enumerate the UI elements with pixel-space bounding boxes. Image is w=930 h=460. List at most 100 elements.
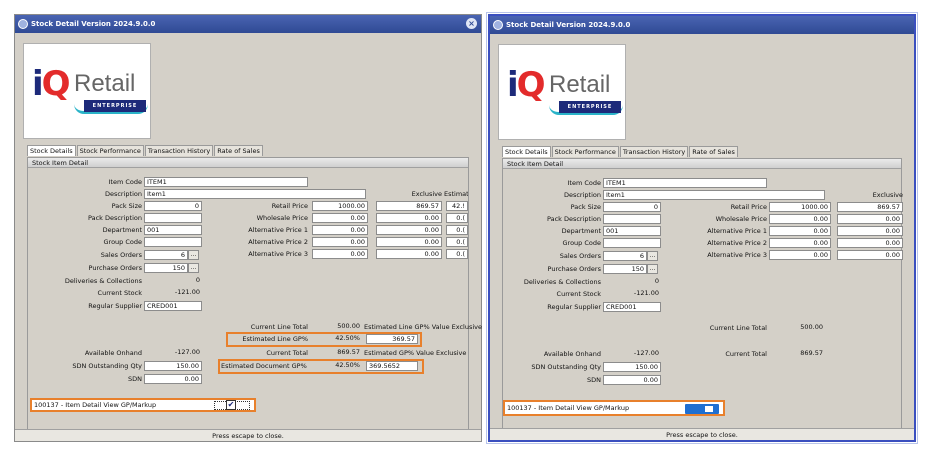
alt-price-2-field[interactable]: 0.00 xyxy=(312,237,368,247)
purchase-orders-field[interactable]: 150 xyxy=(603,264,647,274)
department-label: Department xyxy=(102,226,142,234)
est-line-gp-label: Estimated Line GP% xyxy=(242,335,308,343)
sdn-outstanding-field[interactable]: 150.00 xyxy=(144,361,202,371)
alt-price-1-field[interactable]: 0.00 xyxy=(312,225,368,235)
tab-stock-details[interactable]: Stock Details xyxy=(502,146,551,157)
tab-strip: Stock Details Stock Performance Transactio… xyxy=(502,146,739,158)
description-label: Description xyxy=(563,191,601,199)
item-code-field[interactable]: ITEM1 xyxy=(144,177,308,187)
pack-description-field[interactable] xyxy=(144,213,202,223)
description-field[interactable]: Item1 xyxy=(144,189,366,199)
est-line-gp-amount-field[interactable]: 369.57 xyxy=(366,334,418,344)
regular-supplier-field[interactable]: CRED001 xyxy=(144,301,202,311)
window-title: Stock Detail Version 2024.9.0.0 xyxy=(31,20,156,28)
title-bar[interactable]: Stock Detail Version 2024.9.0.0 × xyxy=(15,15,481,33)
setting-row-gp-markup: 100137 - Item Detail View GP/Markup xyxy=(503,400,725,416)
est-gp-value-label: Estimated GP% Value Exclusive xyxy=(364,349,467,357)
alt-price-3-field[interactable]: 0.00 xyxy=(769,250,831,260)
gp-markup-toggle[interactable] xyxy=(685,404,719,414)
tab-transaction-history[interactable]: Transaction History xyxy=(619,146,689,157)
group-code-field[interactable] xyxy=(603,238,661,248)
alt-price-2-field[interactable]: 0.00 xyxy=(769,238,831,248)
department-field[interactable]: 001 xyxy=(144,225,202,235)
tab-rate-of-sales[interactable]: Rate of Sales xyxy=(689,146,738,157)
wholesale-price-field[interactable]: 0.00 xyxy=(312,213,368,223)
title-bar[interactable]: Stock Detail Version 2024.9.0.0 xyxy=(490,16,914,34)
alt-price-3-label: Alternative Price 3 xyxy=(707,251,767,259)
tab-stock-performance[interactable]: Stock Performance xyxy=(76,145,144,156)
retail-price-field[interactable]: 1000.00 xyxy=(769,202,831,212)
alt-price-3-exclusive-field[interactable]: 0.00 xyxy=(376,249,442,259)
sdn-outstanding-field[interactable]: 150.00 xyxy=(603,362,661,372)
retail-exclusive-field[interactable]: 869.57 xyxy=(376,201,442,211)
wholesale-exclusive-field[interactable]: 0.00 xyxy=(376,213,442,223)
pack-description-field[interactable] xyxy=(603,214,661,224)
purchase-orders-field[interactable]: 150 xyxy=(144,263,188,273)
alt-price-2-exclusive-field[interactable]: 0.00 xyxy=(376,237,442,247)
app-icon xyxy=(493,20,503,30)
pack-size-field[interactable]: 0 xyxy=(144,201,202,211)
wholesale-exclusive-field[interactable]: 0.00 xyxy=(837,214,903,224)
wholesale-price-field[interactable]: 0.00 xyxy=(769,214,831,224)
available-onhand-label: Available Onhand xyxy=(84,349,142,357)
est-doc-gp-label: Estimated Document GP% xyxy=(221,362,307,370)
purchase-orders-lookup-button[interactable]: … xyxy=(188,263,199,273)
tab-stock-details[interactable]: Stock Details xyxy=(27,145,76,156)
sdn-label: SDN xyxy=(587,376,601,384)
sdn-field[interactable]: 0.00 xyxy=(603,375,661,385)
alt-price-2-label: Alternative Price 2 xyxy=(707,239,767,247)
sales-orders-field[interactable]: 6 xyxy=(603,251,647,261)
sdn-field[interactable]: 0.00 xyxy=(144,374,202,384)
current-line-total-value: 500.00 xyxy=(800,323,823,331)
current-line-total-label: Current Line Total xyxy=(709,324,767,332)
item-code-label: Item Code xyxy=(108,178,142,186)
group-code-field[interactable] xyxy=(144,237,202,247)
item-code-field[interactable]: ITEM1 xyxy=(603,178,767,188)
deliveries-label: Deliveries & Collections xyxy=(523,278,601,286)
alt-price-2-exclusive-field[interactable]: 0.00 xyxy=(837,238,903,248)
tab-strip: Stock Details Stock Performance Transactio… xyxy=(27,145,264,157)
alt-price-3-field[interactable]: 0.00 xyxy=(312,249,368,259)
alt-price-3-label: Alternative Price 3 xyxy=(248,250,308,258)
alt-price-1-estimated-field[interactable]: 0.( xyxy=(446,225,468,235)
tab-rate-of-sales[interactable]: Rate of Sales xyxy=(214,145,263,156)
current-line-total-label: Current Line Total xyxy=(250,323,308,331)
alt-price-1-field[interactable]: 0.00 xyxy=(769,226,831,236)
alt-price-3-exclusive-field[interactable]: 0.00 xyxy=(837,250,903,260)
est-doc-gp-value: 42.50% xyxy=(335,361,360,369)
gp-markup-checkbox[interactable]: ✔ xyxy=(226,400,236,410)
tab-stock-performance[interactable]: Stock Performance xyxy=(551,146,619,157)
alt-price-1-label: Alternative Price 1 xyxy=(248,226,308,234)
sales-orders-lookup-button[interactable]: … xyxy=(188,250,199,260)
department-label: Department xyxy=(561,227,601,235)
sales-orders-lookup-button[interactable]: … xyxy=(647,251,658,261)
wholesale-estimated-field[interactable]: 0.( xyxy=(446,213,468,223)
alt-price-2-estimated-field[interactable]: 0.( xyxy=(446,237,468,247)
retail-estimated-field[interactable]: 42.! xyxy=(446,201,468,211)
sales-orders-field[interactable]: 6 xyxy=(144,250,188,260)
deliveries-value: 0 xyxy=(195,276,200,284)
pack-size-field[interactable]: 0 xyxy=(603,202,661,212)
purchase-orders-lookup-button[interactable]: … xyxy=(647,264,658,274)
current-total-label: Current Total xyxy=(266,349,308,357)
alt-price-2-label: Alternative Price 2 xyxy=(248,238,308,246)
department-field[interactable]: 001 xyxy=(603,226,661,236)
alt-price-3-estimated-field[interactable]: 0.( xyxy=(446,249,468,259)
retail-price-field[interactable]: 1000.00 xyxy=(312,201,368,211)
sdn-outstanding-label: SDN Outstanding Qty xyxy=(72,362,142,370)
regular-supplier-label: Regular Supplier xyxy=(88,302,142,310)
description-field[interactable]: Item1 xyxy=(603,190,825,200)
stock-item-detail-panel: Stock Item Detail Item Code ITEM1 Descri… xyxy=(27,157,483,433)
est-line-gp-value-label: Estimated Line GP% Value Exclusive xyxy=(364,323,483,331)
pack-size-label: Pack Size xyxy=(570,203,601,211)
stock-detail-window-basic-view: Stock Detail Version 2024.9.0.0 iQ Retai… xyxy=(488,14,916,442)
regular-supplier-field[interactable]: CRED001 xyxy=(603,302,661,312)
current-line-total-value: 500.00 xyxy=(337,322,360,330)
alt-price-1-exclusive-field[interactable]: 0.00 xyxy=(837,226,903,236)
retail-exclusive-field[interactable]: 869.57 xyxy=(837,202,903,212)
tab-transaction-history[interactable]: Transaction History xyxy=(144,145,214,156)
est-doc-gp-amount-field[interactable]: 369.5652 xyxy=(366,361,418,371)
alt-price-1-exclusive-field[interactable]: 0.00 xyxy=(376,225,442,235)
close-icon[interactable]: × xyxy=(466,18,477,29)
wholesale-price-label: Wholesale Price xyxy=(256,214,308,222)
